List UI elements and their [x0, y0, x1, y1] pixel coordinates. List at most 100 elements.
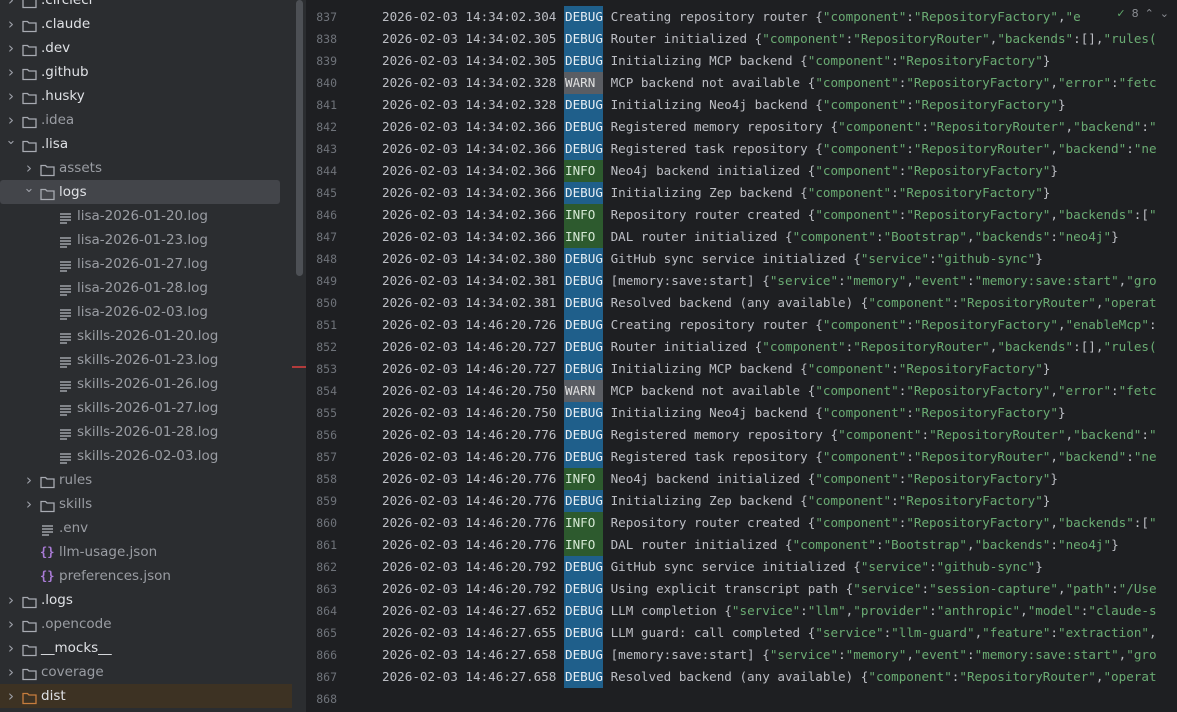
log-level-badge: DEBUG [563, 424, 603, 446]
log-json: {"component":"RepositoryFactory","e [815, 9, 1081, 24]
log-level-badge: DEBUG [563, 402, 603, 424]
chevron-right-icon[interactable]: › [5, 636, 17, 660]
tree-item[interactable]: lisa-2026-01-23.log [0, 228, 292, 252]
tree-item[interactable]: › .logs [0, 588, 292, 612]
log-line[interactable]: 2026-02-03 14:46:20.776 DEBUG Registered… [382, 424, 1157, 446]
log-line[interactable]: 2026-02-03 14:46:20.792 DEBUG GitHub syn… [382, 556, 1043, 578]
tree-item[interactable]: › rules [0, 468, 292, 492]
log-line[interactable]: 2026-02-03 14:34:02.380 DEBUG GitHub syn… [382, 248, 1043, 270]
log-line[interactable]: 2026-02-03 14:46:20.776 DEBUG Initializi… [382, 490, 1050, 512]
log-line[interactable]: 2026-02-03 14:34:02.366 INFO Repository … [382, 204, 1157, 226]
chevron-down-icon[interactable]: ⌄ [23, 177, 35, 201]
tree-item[interactable]: › .claude [0, 12, 292, 36]
tree-item[interactable]: {} llm-usage.json [0, 540, 292, 564]
folder-icon [22, 617, 37, 633]
chevron-right-icon[interactable]: › [5, 684, 17, 708]
chevron-right-icon[interactable]: › [23, 468, 35, 492]
log-line[interactable]: 2026-02-03 14:34:02.366 INFO DAL router … [382, 226, 1119, 248]
chevron-right-icon[interactable]: › [5, 588, 17, 612]
chevron-right-icon[interactable]: › [5, 612, 17, 636]
log-line[interactable]: 2026-02-03 14:46:20.726 DEBUG Creating r… [382, 314, 1157, 336]
log-level-badge: DEBUG [563, 94, 603, 116]
log-line[interactable]: 2026-02-03 14:46:20.776 DEBUG Registered… [382, 446, 1157, 468]
log-editor[interactable]: 837 838 839 840 841 842 843 844 845 846 847 848 849 8… [307, 0, 1177, 712]
tree-item[interactable]: .env [0, 516, 292, 540]
tree-item[interactable]: › .husky [0, 84, 292, 108]
log-line[interactable]: 2026-02-03 14:34:02.304 DEBUG Creating r… [382, 6, 1081, 28]
chevron-right-icon[interactable]: › [5, 0, 17, 12]
log-line[interactable]: 2026-02-03 14:46:27.658 DEBUG Resolved b… [382, 666, 1157, 688]
tree-item[interactable]: {} preferences.json [0, 564, 292, 588]
tree-item[interactable]: › .dev [0, 36, 292, 60]
log-line[interactable]: 2026-02-03 14:34:02.305 DEBUG Router ini… [382, 28, 1157, 50]
chevron-down-icon[interactable]: ⌄ [5, 129, 17, 153]
log-line[interactable]: 2026-02-03 14:46:20.776 INFO DAL router … [382, 534, 1119, 556]
inspection-widget[interactable]: ✓ 8 ⌃ ⌄ [1112, 4, 1173, 22]
log-message: Registered task repository [610, 449, 816, 464]
tree-item[interactable]: › .circleci [0, 0, 292, 12]
chevron-right-icon[interactable]: › [23, 492, 35, 516]
tree-item[interactable]: skills-2026-01-28.log [0, 420, 292, 444]
chevron-right-icon[interactable]: › [5, 84, 17, 108]
chevron-right-icon[interactable]: › [5, 60, 17, 84]
tree-item-label: coverage [41, 664, 104, 680]
log-line[interactable]: 2026-02-03 14:46:20.727 DEBUG Router ini… [382, 336, 1157, 358]
log-json: {"component":"RepositoryFactory"} [815, 405, 1066, 420]
tree-item[interactable]: skills-2026-01-23.log [0, 348, 292, 372]
tree-item[interactable]: skills-2026-01-26.log [0, 372, 292, 396]
log-timestamp: 2026-02-03 14:46:20.750 [382, 405, 557, 420]
log-line[interactable]: 2026-02-03 14:46:20.750 WARN MCP backend… [382, 380, 1157, 402]
log-line[interactable]: 2026-02-03 14:34:02.381 DEBUG Resolved b… [382, 292, 1157, 314]
log-message: GitHub sync service initialized [610, 251, 854, 266]
tree-item[interactable]: lisa-2026-01-20.log [0, 204, 292, 228]
line-number: 852 [316, 340, 337, 354]
log-line[interactable]: 2026-02-03 14:46:27.652 DEBUG LLM comple… [382, 600, 1157, 622]
line-number: 848 [316, 252, 337, 266]
log-line[interactable]: 2026-02-03 14:46:20.776 INFO Repository … [382, 512, 1157, 534]
log-line[interactable]: 2026-02-03 14:34:02.305 DEBUG Initializi… [382, 50, 1050, 72]
log-line[interactable]: 2026-02-03 14:34:02.366 DEBUG Initializi… [382, 182, 1050, 204]
log-line[interactable]: 2026-02-03 14:46:20.727 DEBUG Initializi… [382, 358, 1050, 380]
json-file-icon: {} [40, 545, 55, 559]
tree-item[interactable]: › .opencode [0, 612, 292, 636]
tree-item[interactable]: › skills [0, 492, 292, 516]
tree-item[interactable]: ⌄ logs [0, 180, 280, 204]
chevron-right-icon[interactable]: › [5, 12, 17, 36]
log-message: LLM guard: call completed [610, 625, 808, 640]
tree-item[interactable]: › coverage [0, 660, 292, 684]
log-message: MCP backend not available [610, 75, 808, 90]
chevron-right-icon[interactable]: › [5, 660, 17, 684]
log-line[interactable]: 2026-02-03 14:46:27.655 DEBUG LLM guard:… [382, 622, 1157, 644]
log-line[interactable]: 2026-02-03 14:46:20.792 DEBUG Using expl… [382, 578, 1157, 600]
line-number: 853 [316, 362, 337, 376]
next-highlight-icon[interactable]: ⌄ [1160, 7, 1169, 20]
tree-item[interactable]: › .idea [0, 108, 292, 132]
tree-item[interactable]: lisa-2026-01-28.log [0, 276, 292, 300]
sidebar-scrollbar[interactable] [296, 0, 303, 276]
chevron-right-icon[interactable]: › [5, 36, 17, 60]
tree-item[interactable]: › dist [0, 684, 292, 708]
tree-item[interactable]: skills-2026-01-20.log [0, 324, 292, 348]
log-line[interactable]: 2026-02-03 14:34:02.366 DEBUG Registered… [382, 138, 1157, 160]
log-line[interactable]: 2026-02-03 14:34:02.381 DEBUG [memory:sa… [382, 270, 1157, 292]
log-line[interactable]: 2026-02-03 14:34:02.366 INFO Neo4j backe… [382, 160, 1058, 182]
log-line[interactable]: 2026-02-03 14:34:02.328 WARN MCP backend… [382, 72, 1157, 94]
previous-highlight-icon[interactable]: ⌃ [1145, 7, 1154, 20]
tree-item[interactable]: skills-2026-02-03.log [0, 444, 292, 468]
log-line[interactable]: 2026-02-03 14:46:27.658 DEBUG [memory:sa… [382, 644, 1157, 666]
tree-item[interactable]: ⌄ .lisa [0, 132, 292, 156]
tree-item[interactable]: skills-2026-01-27.log [0, 396, 292, 420]
tree-item[interactable]: lisa-2026-01-27.log [0, 252, 292, 276]
tree-item-label: .lisa [41, 136, 69, 152]
log-timestamp: 2026-02-03 14:34:02.366 [382, 163, 557, 178]
tree-item[interactable]: lisa-2026-02-03.log [0, 300, 292, 324]
log-line[interactable]: 2026-02-03 14:34:02.366 DEBUG Registered… [382, 116, 1157, 138]
tree-item-label: lisa-2026-01-28.log [77, 280, 209, 296]
log-timestamp: 2026-02-03 14:46:20.792 [382, 559, 557, 574]
log-line[interactable]: 2026-02-03 14:46:20.776 INFO Neo4j backe… [382, 468, 1058, 490]
log-line[interactable]: 2026-02-03 14:34:02.328 DEBUG Initializi… [382, 94, 1066, 116]
log-line[interactable]: 2026-02-03 14:46:20.750 DEBUG Initializi… [382, 402, 1066, 424]
tree-item[interactable]: › assets [0, 156, 292, 180]
tree-item[interactable]: › __mocks__ [0, 636, 292, 660]
tree-item[interactable]: › .github [0, 60, 292, 84]
